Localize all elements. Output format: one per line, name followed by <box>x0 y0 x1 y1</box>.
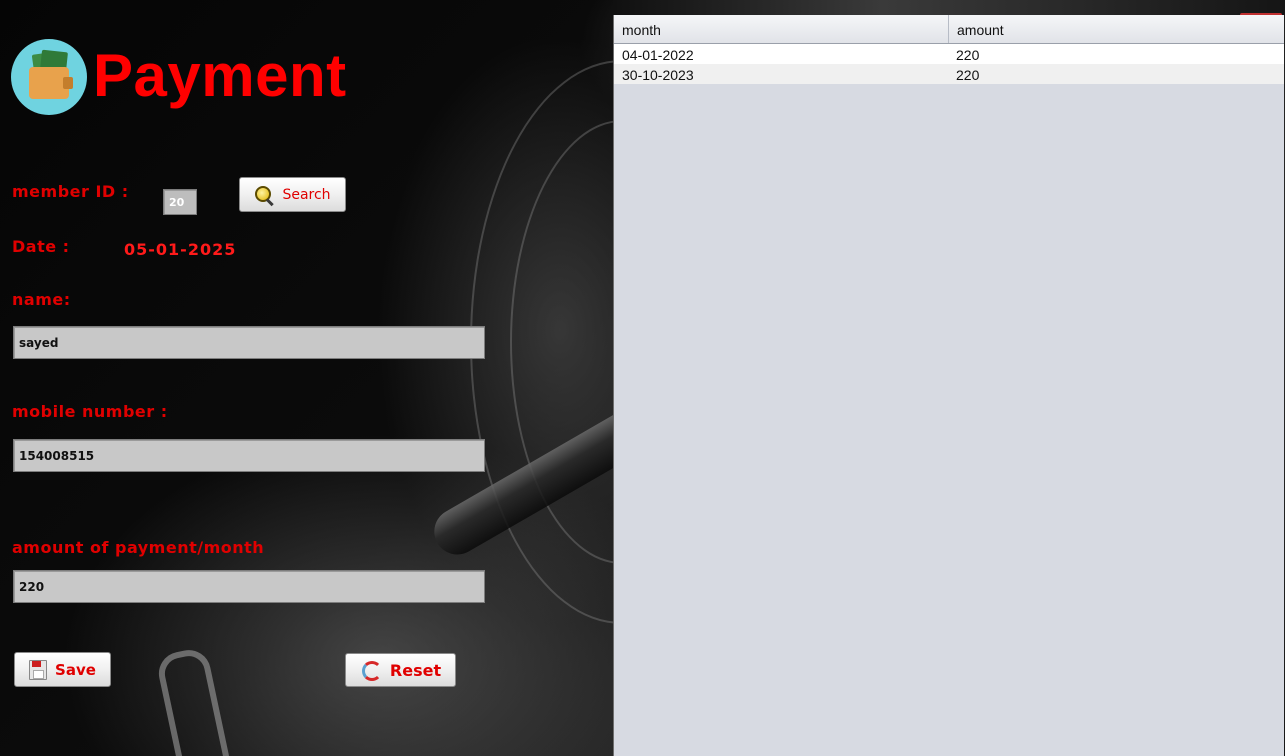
save-button-label: Save <box>55 660 96 679</box>
member-id-field[interactable]: 20 <box>163 189 197 215</box>
wallet-money-icon <box>11 39 87 115</box>
search-button-label: Search <box>282 186 331 203</box>
refresh-icon <box>360 659 382 681</box>
name-label: name: <box>12 290 71 309</box>
save-button[interactable]: Save <box>14 652 111 687</box>
cell-month: 30-10-2023 <box>622 67 694 83</box>
reset-button-label: Reset <box>389 660 442 680</box>
page-title: Payment <box>93 42 347 109</box>
search-icon <box>254 185 275 206</box>
top-strip <box>613 0 1285 15</box>
save-icon <box>29 659 48 680</box>
cell-month: 04-01-2022 <box>622 47 694 63</box>
cell-amount: 220 <box>956 67 980 83</box>
member-id-label: member ID : <box>12 182 129 201</box>
search-button[interactable]: Search <box>239 177 346 212</box>
amount-field[interactable]: 220 <box>13 570 485 603</box>
reset-button[interactable]: Reset <box>345 653 456 687</box>
table-header: month amount <box>614 15 1284 44</box>
name-field[interactable]: sayed <box>13 326 485 359</box>
payments-table[interactable]: month amount 04-01-2022 220 30-10-2023 2… <box>613 15 1284 756</box>
cell-amount: 220 <box>956 47 980 63</box>
table-row[interactable]: 04-01-2022 220 <box>614 44 1284 64</box>
column-header-amount[interactable]: amount <box>949 15 1284 43</box>
amount-label: amount of payment/month <box>12 538 265 557</box>
date-label: Date : <box>12 237 70 256</box>
date-value: 05-01-2025 <box>124 240 237 259</box>
table-row[interactable]: 30-10-2023 220 <box>614 64 1284 84</box>
mobile-number-label: mobile number : <box>12 402 168 421</box>
mobile-number-field[interactable]: 154008515 <box>13 439 485 472</box>
column-header-month[interactable]: month <box>614 15 949 43</box>
